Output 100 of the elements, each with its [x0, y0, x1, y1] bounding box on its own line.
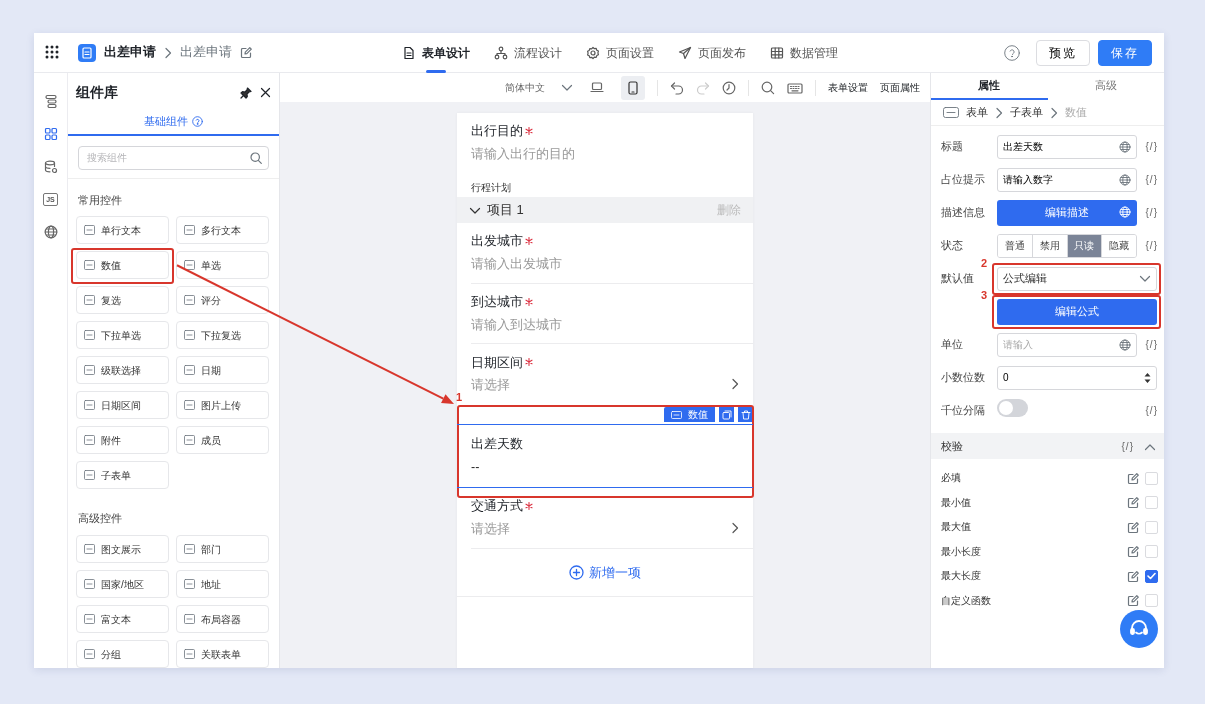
nav-tab[interactable]: 数据管理: [758, 32, 850, 73]
component-item[interactable]: 单行文本: [76, 216, 169, 245]
nav-tab[interactable]: 流程设计: [482, 32, 574, 73]
settings-icon: [586, 45, 600, 60]
edit-icon[interactable]: [1127, 595, 1139, 608]
number-field[interactable]: 0: [997, 365, 1157, 390]
edit-icon[interactable]: [1127, 521, 1139, 534]
input-field[interactable]: 出差天数: [997, 134, 1137, 159]
component-item[interactable]: 级联选择: [76, 356, 169, 385]
binding-mark[interactable]: {/}: [1145, 403, 1158, 418]
component-item[interactable]: 分组: [76, 640, 169, 668]
component-item[interactable]: 地址: [176, 570, 269, 598]
nav-tab[interactable]: 表单设计: [390, 32, 482, 73]
component-item[interactable]: 单选: [176, 251, 269, 280]
input-field[interactable]: 请输入: [997, 332, 1137, 357]
nav-tab[interactable]: 页面发布: [666, 32, 758, 73]
binding-mark[interactable]: {/}: [1145, 139, 1158, 154]
binding-mark[interactable]: {/}: [1145, 205, 1158, 220]
edit-icon[interactable]: [1127, 570, 1139, 583]
component-item[interactable]: 日期区间: [76, 391, 169, 420]
close-icon[interactable]: [260, 86, 271, 98]
text-input[interactable]: 出差天数: [1003, 139, 1119, 154]
help-icon[interactable]: [1004, 45, 1020, 62]
input-field[interactable]: 请输入出发城市: [471, 254, 739, 274]
component-item[interactable]: 关联表单: [176, 640, 269, 668]
input-field[interactable]: 请输入出行的目的: [471, 145, 739, 164]
toggle-switch[interactable]: [997, 399, 1028, 418]
component-item[interactable]: 富文本: [76, 605, 169, 633]
component-item[interactable]: 下拉单选: [76, 321, 169, 350]
rename-icon[interactable]: [240, 47, 252, 60]
input-field[interactable]: 请输入到达城市: [471, 315, 739, 335]
segment-option[interactable]: 普通: [998, 234, 1033, 257]
component-item[interactable]: 布局容器: [176, 605, 269, 633]
undo-icon[interactable]: [670, 80, 684, 95]
keyboard-icon[interactable]: [787, 80, 803, 95]
text-input[interactable]: 请输入: [1003, 337, 1119, 352]
component-item[interactable]: 复选: [76, 286, 169, 315]
search-field[interactable]: 搜索组件: [78, 145, 269, 170]
edit-icon[interactable]: [1127, 546, 1139, 559]
component-item[interactable]: 数值: [76, 251, 169, 280]
pin-icon[interactable]: [240, 86, 252, 99]
support-button[interactable]: [1120, 610, 1158, 648]
component-item[interactable]: 评分: [176, 286, 269, 315]
globe-icon[interactable]: [43, 225, 58, 239]
input-field[interactable]: --: [471, 458, 739, 477]
binding-mark[interactable]: {/}: [1145, 238, 1158, 253]
copy-button[interactable]: [719, 407, 734, 422]
search-icon[interactable]: [761, 80, 775, 95]
input-field[interactable]: 请输入数字: [997, 167, 1137, 192]
binding-mark[interactable]: {/}: [1121, 438, 1134, 454]
text-input[interactable]: 请输入数字: [1003, 172, 1119, 187]
database-icon[interactable]: [43, 160, 58, 174]
breadcrumb-item[interactable]: 表单: [966, 104, 988, 121]
edit-button[interactable]: 编辑公式: [997, 298, 1157, 325]
component-item[interactable]: 图片上传: [176, 391, 269, 420]
component-item[interactable]: 多行文本: [176, 216, 269, 245]
language-select[interactable]: 简体中文: [505, 80, 573, 95]
component-item[interactable]: 日期: [176, 356, 269, 385]
component-item[interactable]: 子表单: [76, 461, 169, 490]
help-icon[interactable]: [192, 116, 203, 127]
nav-tab[interactable]: 页面设置: [574, 32, 666, 73]
input-field[interactable]: 请选择: [471, 376, 731, 395]
number-input[interactable]: 0: [1003, 370, 1144, 385]
edit-icon[interactable]: [1127, 497, 1139, 510]
breadcrumb-item[interactable]: 子表单: [1010, 104, 1043, 121]
component-item[interactable]: 成员: [176, 426, 269, 455]
selected-field[interactable]: 出差天数 --: [457, 424, 753, 488]
panel-tab[interactable]: 高级: [1047, 73, 1164, 100]
menu-icon[interactable]: [44, 44, 60, 61]
edit-button[interactable]: 编辑描述: [997, 199, 1137, 226]
component-item[interactable]: 下拉复选: [176, 321, 269, 350]
component-item[interactable]: 国家/地区: [76, 570, 169, 598]
section-header[interactable]: 校验 {/}: [931, 433, 1164, 459]
clock-icon[interactable]: [722, 80, 736, 95]
toolbar-link[interactable]: 页面属性: [880, 80, 920, 95]
save-button[interactable]: 保存: [1098, 39, 1152, 66]
phone-toggle[interactable]: [621, 75, 645, 100]
add-item-button[interactable]: 新增一项: [457, 548, 753, 597]
select-value: 公式编辑: [1003, 270, 1047, 286]
tree-icon[interactable]: [43, 94, 58, 108]
checkbox[interactable]: [1145, 569, 1158, 583]
component-item[interactable]: 附件: [76, 426, 169, 455]
chevron-up-icon[interactable]: [1144, 442, 1156, 451]
panel-tab[interactable]: 基础组件: [68, 107, 279, 136]
input-field[interactable]: 请选择: [471, 519, 731, 539]
binding-mark[interactable]: {/}: [1145, 172, 1158, 187]
breadcrumb-item[interactable]: 出差申请: [180, 43, 232, 62]
component-item[interactable]: 部门: [176, 535, 269, 563]
panel-tab[interactable]: 属性: [931, 73, 1048, 100]
select-field[interactable]: 公式编辑: [997, 266, 1157, 291]
component-icon: [184, 330, 195, 341]
binding-mark[interactable]: {/}: [1145, 337, 1158, 352]
chevron-right-icon: [164, 47, 172, 60]
edit-icon[interactable]: [1127, 472, 1139, 485]
toolbar-link[interactable]: 表单设置: [828, 80, 868, 95]
stepper-icon[interactable]: [1144, 371, 1151, 384]
segment-option[interactable]: 只读: [1067, 234, 1103, 257]
preview-button[interactable]: 预览: [1036, 39, 1090, 66]
grid-icon[interactable]: [43, 127, 58, 141]
component-item[interactable]: 图文展示: [76, 535, 169, 563]
